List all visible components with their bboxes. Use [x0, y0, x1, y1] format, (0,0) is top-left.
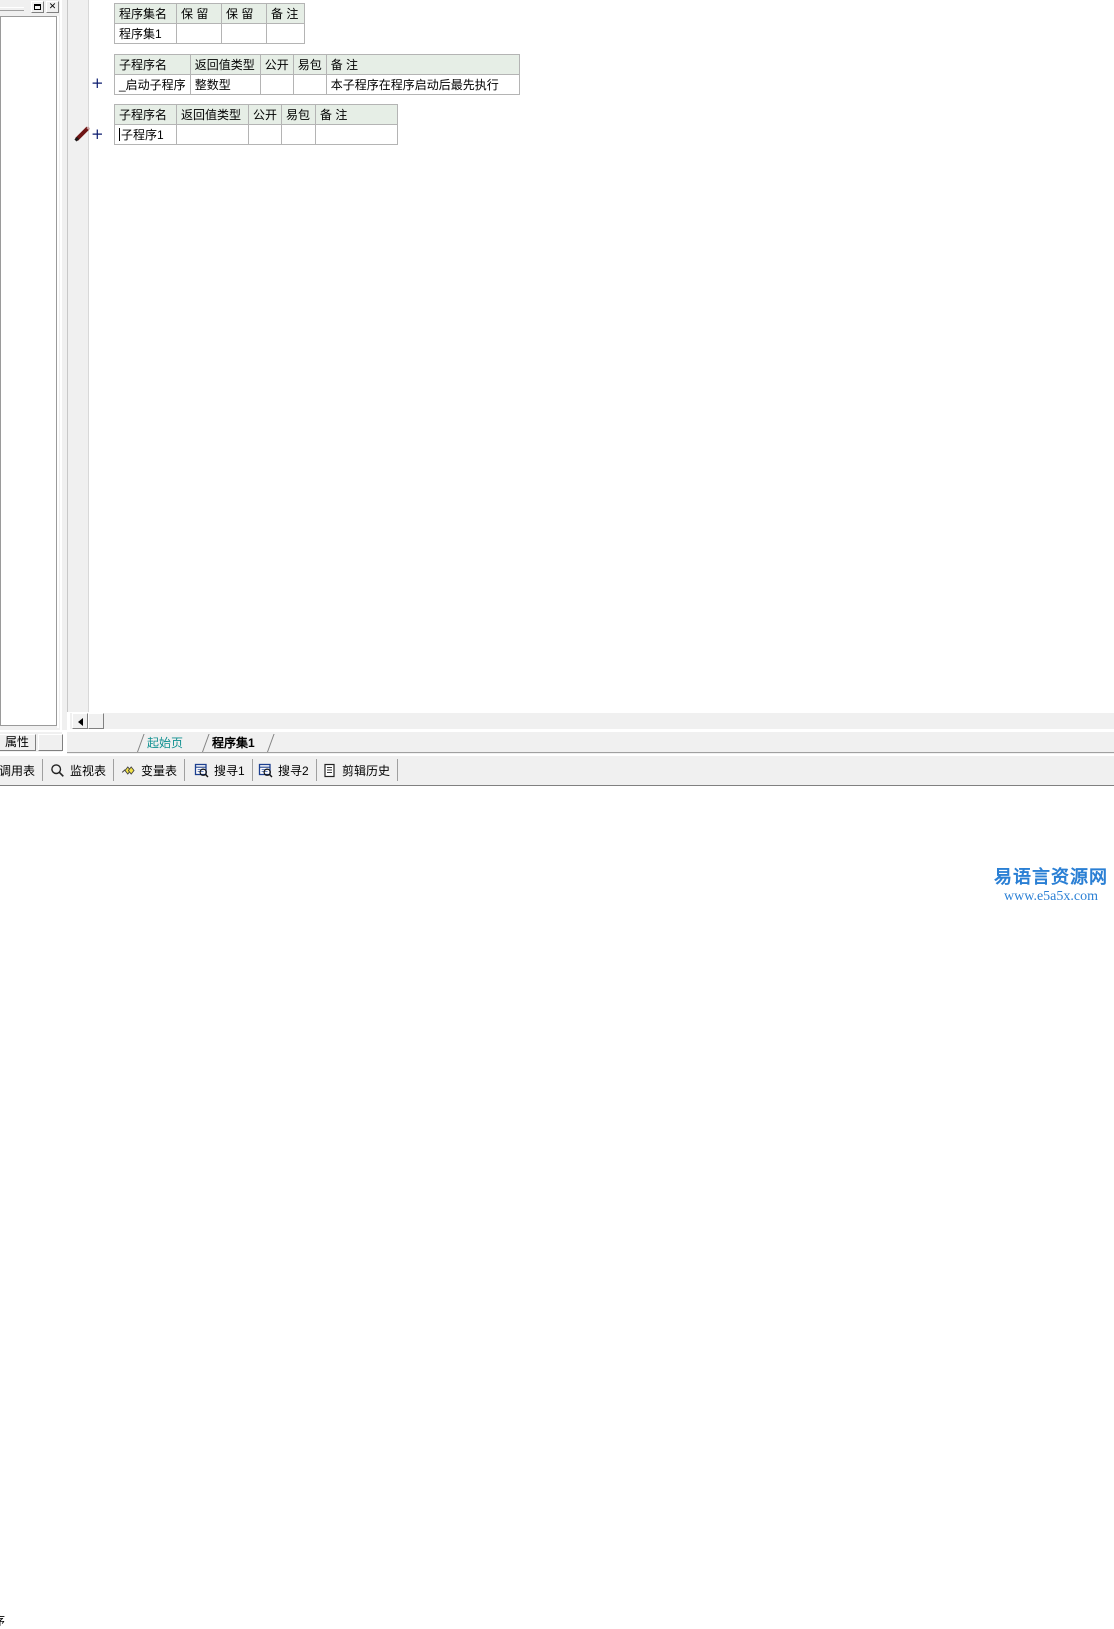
table-row[interactable]: 子程序1 — [114, 124, 399, 145]
bottom-item-watch-table[interactable]: 监视表 — [44, 759, 115, 781]
cell-package[interactable] — [292, 74, 327, 95]
watermark-url: www.e5a5x.com — [1004, 889, 1098, 904]
col-header-sub-name: 子程序名 — [114, 54, 191, 75]
editor-horizontal-scrollbar[interactable] — [70, 713, 1114, 729]
assembly-table[interactable]: 程序集名 保 留 保 留 备 注 程序集1 — [114, 3, 305, 44]
bottom-item-variable-table[interactable]: 变量表 — [115, 759, 186, 781]
bottom-item-call-table-label: 调用表 — [0, 763, 36, 778]
table-row[interactable]: _启动子程序 整数型 本子程序在程序启动后最先执行 — [114, 74, 520, 95]
cell-sub-name-text: 子程序1 — [121, 128, 164, 142]
cell-assembly-name[interactable]: 程序集1 — [114, 23, 177, 44]
subroutine1-table[interactable]: 子程序名 返回值类型 公开 易包 备 注 子程序1 — [114, 104, 399, 145]
editor-gutter-edge — [88, 0, 89, 712]
cell-reserved-1[interactable] — [176, 23, 222, 44]
cell-return-type[interactable] — [176, 124, 249, 145]
watermark: 易语言资源网 www.e5a5x.com — [988, 868, 1114, 912]
cell-remark[interactable] — [315, 124, 399, 145]
col-header-package: 易包 — [292, 54, 327, 75]
tab-properties-spacer[interactable] — [38, 734, 63, 751]
col-header-remark: 备 注 — [325, 54, 520, 75]
cell-return-type[interactable]: 整数型 — [189, 74, 261, 95]
bottom-item-clip-history-label: 剪辑历史 — [342, 763, 391, 778]
clipboard-icon — [324, 763, 335, 777]
tab-start-page-label: 起始页 — [147, 736, 184, 750]
cell-sub-name[interactable]: 子程序1 — [114, 124, 177, 145]
col-header-reserved-2: 保 留 — [221, 3, 267, 24]
output-pane[interactable]: 序 — [0, 787, 1114, 1628]
col-header-remark: 备 注 — [315, 104, 399, 125]
table-row[interactable]: 程序集1 — [114, 23, 305, 44]
pencil-modified-icon — [74, 126, 90, 142]
col-header-return-type: 返回值类型 — [176, 104, 249, 125]
maximize-icon — [34, 4, 41, 10]
close-button[interactable]: ✕ — [46, 1, 59, 13]
bottom-item-search2[interactable]: 搜寻2 — [252, 759, 317, 781]
col-header-public: 公开 — [247, 104, 283, 125]
close-icon: ✕ — [48, 2, 57, 12]
left-panel-titlebar: ✕ — [0, 0, 60, 14]
cell-remark[interactable] — [266, 23, 305, 44]
find-window-icon — [258, 763, 273, 777]
diamonds-icon — [121, 765, 135, 775]
cell-public[interactable] — [259, 74, 294, 95]
start-subroutine-table[interactable]: 子程序名 返回值类型 公开 易包 备 注 _启动子程序 整数型 本子程序在程序启… — [114, 54, 520, 95]
left-panel-edge — [57, 16, 59, 728]
col-header-return-type: 返回值类型 — [189, 54, 261, 75]
text-caret — [119, 128, 120, 141]
tab-strip-underline — [67, 752, 1114, 753]
bottom-panel-toolbar: 调用表 监视表 变量表 搜寻1 搜寻2 剪辑历史 — [0, 755, 1114, 785]
col-header-sub-name: 子程序名 — [114, 104, 177, 125]
col-header-remark: 备 注 — [266, 3, 305, 24]
table-header-row: 程序集名 保 留 保 留 备 注 — [114, 3, 305, 24]
tab-start-page[interactable]: 起始页 — [137, 734, 189, 752]
cell-reserved-2[interactable] — [221, 23, 267, 44]
bottom-item-clip-history[interactable]: 剪辑历史 — [316, 759, 399, 781]
table-header-row: 子程序名 返回值类型 公开 易包 备 注 — [114, 54, 520, 75]
magnifier-icon — [51, 763, 64, 777]
cell-package[interactable] — [281, 124, 317, 145]
left-panel-client-area[interactable] — [0, 16, 57, 726]
app-root: ✕ 属性 + + 程序集名 保 留 保 留 备 注 程序集1 子程序名 返回值类… — [0, 0, 1114, 1628]
cell-remark[interactable]: 本子程序在程序启动后最先执行 — [325, 74, 520, 95]
editor-gutter[interactable] — [67, 0, 88, 712]
tab-assembly1-label: 程序集1 — [212, 736, 255, 750]
left-dock-panel: ✕ 属性 — [0, 0, 63, 752]
bottom-item-search2-label: 搜寻2 — [278, 763, 309, 778]
bottom-item-call-table[interactable]: 调用表 — [0, 759, 44, 781]
tab-properties[interactable]: 属性 — [0, 734, 36, 751]
document-tab-strip: 起始页 程序集1 — [67, 731, 1114, 754]
scrollbar-thumb[interactable] — [88, 713, 104, 729]
cell-sub-name[interactable]: _启动子程序 — [114, 74, 191, 95]
output-text: 序 — [0, 1612, 5, 1629]
titlebar-grip — [0, 7, 24, 11]
find-window-icon — [194, 763, 209, 777]
col-header-package: 易包 — [281, 104, 317, 125]
tab-trailing-separator — [267, 734, 284, 752]
col-header-reserved-1: 保 留 — [176, 3, 222, 24]
watermark-site-name: 易语言资源网 — [994, 867, 1108, 888]
col-header-public: 公开 — [259, 54, 294, 75]
table-header-row: 子程序名 返回值类型 公开 易包 备 注 — [114, 104, 399, 125]
maximize-button[interactable] — [31, 1, 44, 13]
bottom-item-search1-label: 搜寻1 — [214, 763, 245, 778]
tab-assembly1[interactable]: 程序集1 — [202, 734, 261, 752]
chevron-left-icon — [78, 718, 83, 726]
col-header-assembly-name: 程序集名 — [114, 3, 177, 24]
bottom-item-watch-table-label: 监视表 — [70, 763, 107, 778]
bottom-item-search1[interactable]: 搜寻1 — [188, 759, 253, 781]
scroll-left-button[interactable] — [72, 713, 88, 729]
expander-sub1[interactable]: + — [91, 127, 104, 142]
expander-start-sub[interactable]: + — [91, 76, 104, 91]
cell-public[interactable] — [247, 124, 283, 145]
tab-properties-label: 属性 — [4, 735, 29, 749]
bottom-item-variable-table-label: 变量表 — [141, 763, 178, 778]
